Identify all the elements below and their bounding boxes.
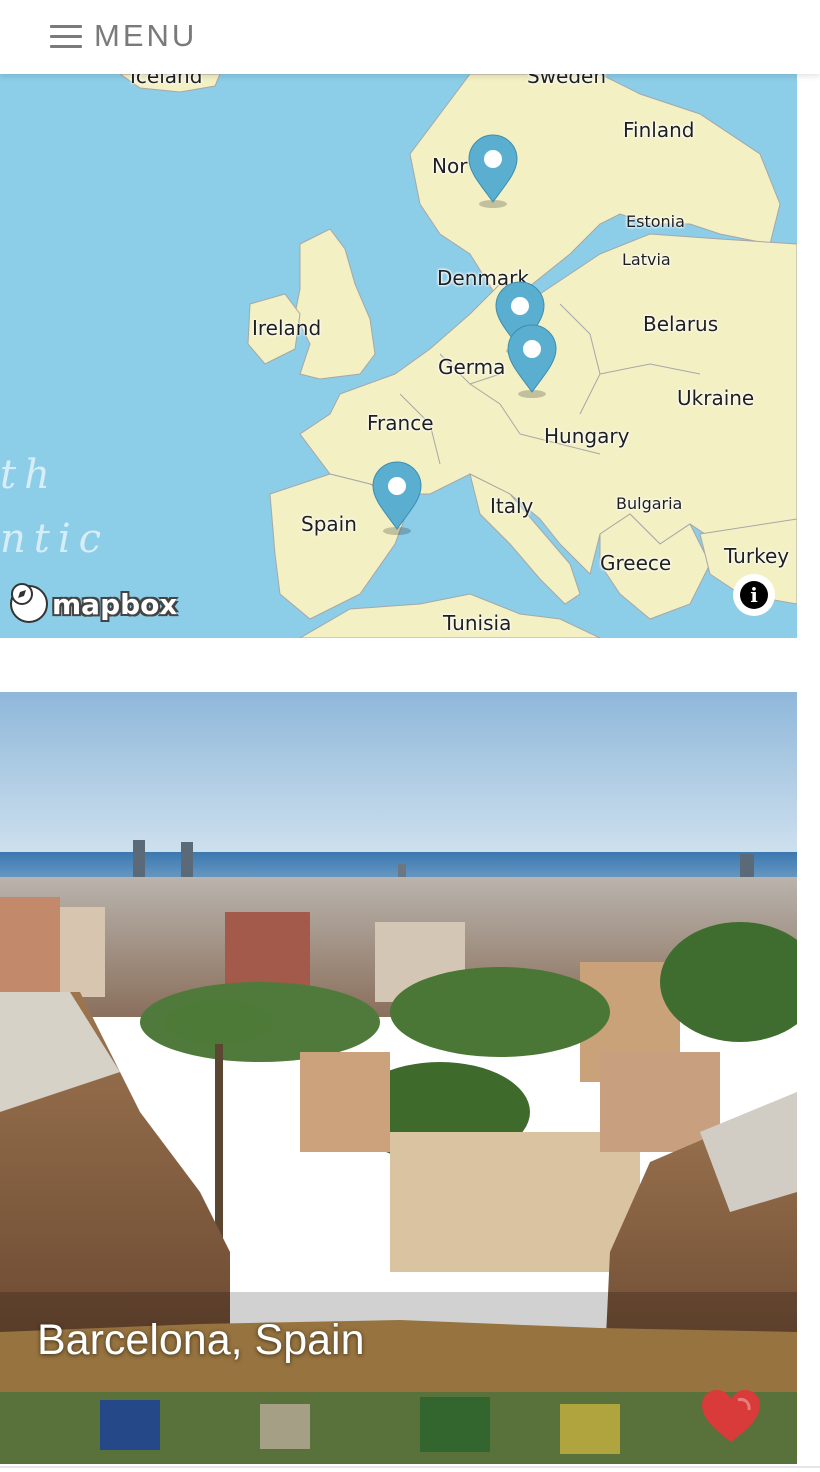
label-ireland: Ireland	[252, 316, 322, 340]
menu-button[interactable]: MENU	[50, 16, 197, 56]
heart-icon	[702, 1390, 760, 1442]
map-pin-icon	[507, 324, 557, 398]
map-base	[0, 74, 797, 638]
label-ocean-line-2: ntic	[0, 516, 110, 562]
divider	[0, 1466, 820, 1468]
map-pin-norway[interactable]	[466, 132, 520, 212]
label-france: France	[367, 411, 434, 435]
label-sweden: Sweden	[527, 74, 607, 88]
label-hungary: Hungary	[544, 424, 630, 448]
label-spain: Spain	[301, 512, 357, 536]
label-belarus: Belarus	[643, 312, 719, 336]
label-estonia: Estonia	[626, 212, 685, 231]
destination-title: Barcelona, Spain	[37, 1316, 365, 1364]
label-ukraine: Ukraine	[677, 386, 755, 410]
label-greece: Greece	[600, 551, 672, 575]
map-pin-barcelona[interactable]	[370, 459, 424, 539]
label-finland: Finland	[623, 118, 695, 142]
info-icon: i	[740, 581, 768, 609]
label-iceland: Iceland	[130, 74, 203, 88]
mapbox-logo-link[interactable]: mapbox	[10, 582, 177, 626]
label-ocean-line-1: th	[0, 452, 58, 498]
mapbox-wordmark: mapbox	[52, 587, 178, 621]
menu-label: MENU	[94, 18, 198, 53]
mapbox-compass-icon	[10, 583, 48, 623]
label-latvia: Latvia	[622, 250, 671, 269]
favorite-button[interactable]	[700, 1388, 762, 1444]
label-tunisia: Tunisia	[443, 611, 512, 635]
map-pin-icon	[372, 461, 422, 535]
top-header: MENU	[0, 0, 820, 74]
label-italy: Italy	[490, 494, 534, 518]
map-info-button[interactable]: i	[733, 574, 775, 616]
europe-map[interactable]: Iceland Sweden Finland Nor Estonia Latvi…	[0, 74, 797, 638]
hamburger-icon	[50, 22, 82, 50]
label-bulgaria: Bulgaria	[616, 494, 683, 513]
label-norway: Nor	[432, 154, 468, 178]
map-pin-icon	[468, 134, 518, 208]
label-turkey: Turkey	[724, 544, 790, 568]
map-pin-germany[interactable]	[505, 322, 559, 402]
